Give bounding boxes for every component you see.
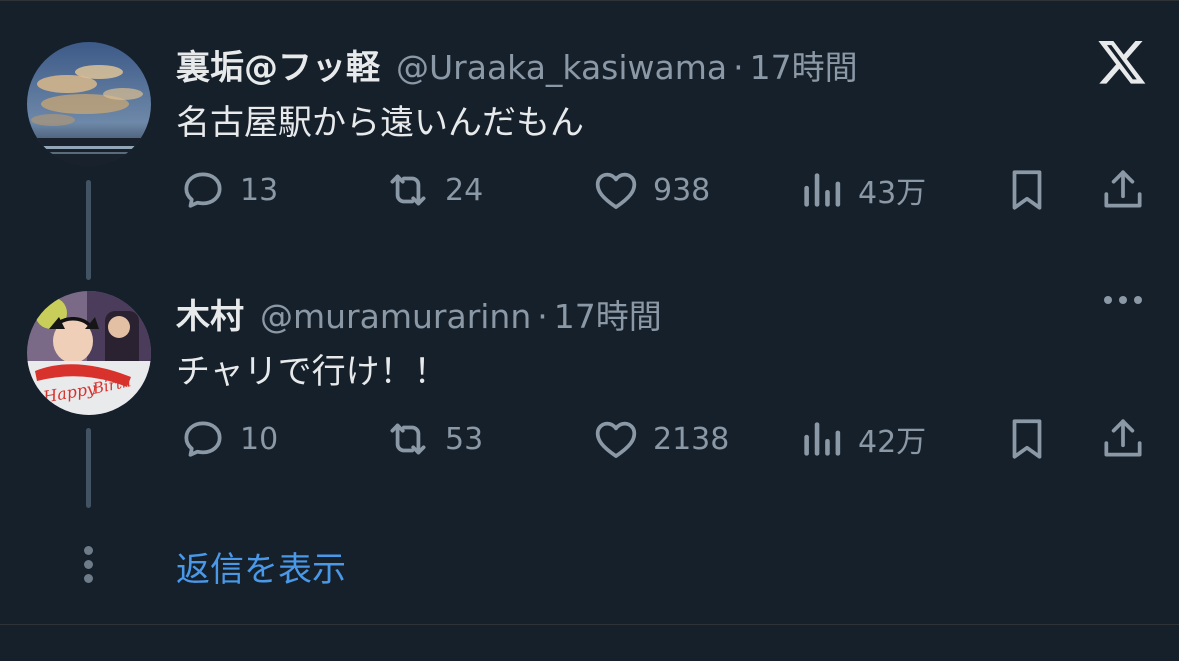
retweet-button[interactable]: 53 <box>383 414 483 464</box>
tweet-header: 裏垢@フッ軽 @Uraaka_kasiwama · 17時間 <box>176 40 858 89</box>
views-button[interactable]: 43万 <box>796 165 926 215</box>
heart-icon <box>591 414 641 464</box>
reply-button[interactable]: 10 <box>178 414 278 464</box>
view-count: 43万 <box>858 176 927 211</box>
separator-dot: · <box>537 297 548 336</box>
show-replies-link[interactable]: 返信を表示 <box>176 542 346 591</box>
x-logo-icon <box>1098 40 1146 84</box>
view-count: 42万 <box>858 425 927 460</box>
avatar-user-1[interactable] <box>27 42 151 166</box>
share-upload-icon <box>1098 414 1148 464</box>
speech-bubble-icon <box>178 414 228 464</box>
share-button[interactable] <box>1098 414 1148 464</box>
thread-connector-line <box>86 428 91 508</box>
share-button[interactable] <box>1098 165 1148 215</box>
bar-chart-icon <box>796 165 846 215</box>
like-count: 2138 <box>653 421 730 457</box>
bookmark-button[interactable] <box>1002 414 1052 464</box>
tweet-text: チャリで行け！！ <box>176 352 448 392</box>
speech-bubble-icon <box>178 165 228 215</box>
bookmark-icon <box>1002 414 1052 464</box>
thread-connector-line <box>86 180 91 280</box>
display-name[interactable]: 裏垢@フッ軽 <box>176 40 380 89</box>
like-button[interactable]: 2138 <box>591 414 729 464</box>
timestamp[interactable]: 17時間 <box>750 41 858 89</box>
bookmark-button[interactable] <box>1002 165 1052 215</box>
tweet-text: 名古屋駅から遠いんだもん <box>176 103 584 143</box>
like-count: 938 <box>653 172 711 208</box>
retweet-count: 24 <box>445 172 484 208</box>
more-replies-dots-icon <box>84 546 93 583</box>
user-handle[interactable]: @Uraaka_kasiwama <box>396 48 727 87</box>
like-button[interactable]: 938 <box>591 165 710 215</box>
bookmark-icon <box>1002 165 1052 215</box>
views-button[interactable]: 42万 <box>796 414 926 464</box>
retweet-button[interactable]: 24 <box>383 165 483 215</box>
display-name[interactable]: 木村 <box>176 289 244 338</box>
more-options-button[interactable] <box>1104 296 1142 304</box>
bar-chart-icon <box>796 414 846 464</box>
ellipsis-icon <box>1104 296 1112 304</box>
retweet-arrows-icon <box>383 414 433 464</box>
share-upload-icon <box>1098 165 1148 215</box>
reply-button[interactable]: 13 <box>178 165 278 215</box>
avatar-user-2[interactable]: Happy Birth <box>27 291 151 415</box>
separator-dot: · <box>733 48 744 87</box>
user-handle[interactable]: @muramurarinn <box>260 297 531 336</box>
tweet-header: 木村 @muramurarinn · 17時間 <box>176 289 662 338</box>
bottom-divider <box>0 624 1179 625</box>
reply-count: 13 <box>240 172 279 208</box>
retweet-arrows-icon <box>383 165 433 215</box>
top-divider <box>0 0 1179 1</box>
reply-count: 10 <box>240 421 279 457</box>
timestamp[interactable]: 17時間 <box>554 290 662 338</box>
retweet-count: 53 <box>445 421 484 457</box>
heart-icon <box>591 165 641 215</box>
